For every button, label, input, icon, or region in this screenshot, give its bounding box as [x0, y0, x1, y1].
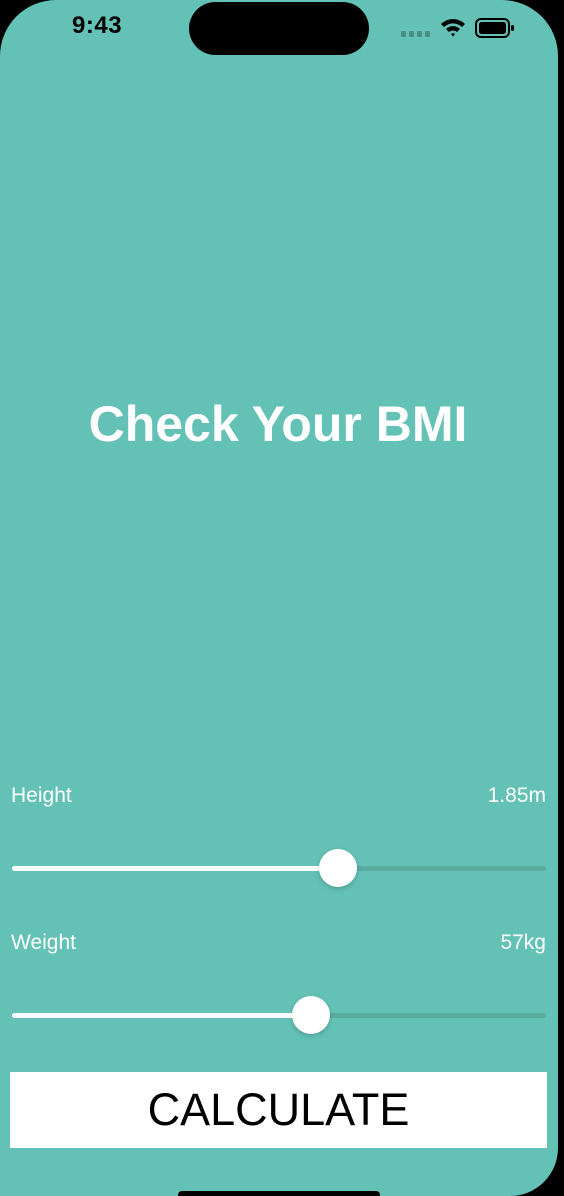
page-title: Check Your BMI — [88, 396, 468, 452]
height-label: Height — [11, 784, 72, 807]
status-time: 9:43 — [72, 12, 123, 39]
wifi-icon — [441, 19, 465, 37]
weight-slider-thumb[interactable] — [292, 996, 331, 1034]
height-slider-thumb[interactable] — [318, 849, 357, 887]
height-value: 1.85m — [487, 784, 546, 807]
height-slider[interactable] — [12, 848, 546, 888]
weight-label: Weight — [11, 931, 76, 954]
calculate-button[interactable]: CALCULATE — [10, 1072, 547, 1148]
weight-slider-fill — [12, 1013, 312, 1018]
battery-icon — [475, 18, 514, 38]
weight-value: 57kg — [500, 931, 546, 954]
app-screen: 9:43 Check Your BMI Height 1.85m Weight … — [0, 0, 558, 1196]
weight-slider[interactable] — [12, 995, 546, 1035]
height-slider-fill — [12, 866, 338, 871]
dynamic-island — [189, 2, 369, 55]
cellular-signal-icon — [401, 31, 430, 37]
home-indicator — [178, 1191, 380, 1196]
